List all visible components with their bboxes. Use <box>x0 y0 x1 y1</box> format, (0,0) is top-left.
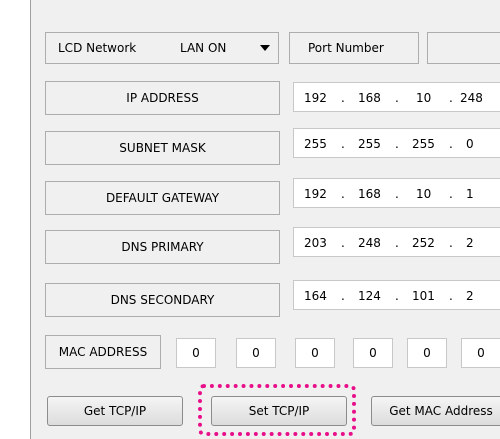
octet-separator: . <box>341 236 345 250</box>
subnet-mask-octet-2: 255 <box>358 137 381 151</box>
dns-secondary-field[interactable]: 164 . 124 . 101 . 2 <box>293 280 500 310</box>
octet-separator: . <box>341 91 345 105</box>
dns-primary-octet-1: 203 <box>304 236 327 250</box>
get-tcp-ip-label: Get TCP/IP <box>83 404 147 418</box>
mac-byte-6-field[interactable]: 0 <box>461 338 500 368</box>
dns-secondary-octet-1: 164 <box>304 289 327 303</box>
default-gateway-label: DEFAULT GATEWAY <box>105 191 220 205</box>
lcd-network-label: LCD Network <box>58 41 137 55</box>
get-mac-address-button[interactable]: Get MAC Address <box>371 396 500 426</box>
port-number-field[interactable] <box>427 32 500 64</box>
dns-primary-octet-4: 2 <box>466 236 474 250</box>
octet-separator: . <box>449 236 453 250</box>
mac-byte-3: 0 <box>311 346 319 360</box>
octet-separator: . <box>449 187 453 201</box>
octet-separator: . <box>395 236 399 250</box>
mac-byte-4: 0 <box>369 346 377 360</box>
mac-byte-3-field[interactable]: 0 <box>295 338 335 368</box>
dns-primary-label-box: DNS PRIMARY <box>45 230 280 264</box>
set-tcp-ip-button[interactable]: Set TCP/IP <box>211 396 347 426</box>
mac-byte-1: 0 <box>192 346 200 360</box>
mac-byte-2: 0 <box>252 346 260 360</box>
chevron-down-icon <box>260 45 270 51</box>
dns-primary-octet-2: 248 <box>358 236 381 250</box>
subnet-mask-octet-4: 0 <box>466 137 474 151</box>
octet-separator: . <box>449 137 453 151</box>
subnet-mask-label: SUBNET MASK <box>119 141 206 155</box>
octet-separator: . <box>341 137 345 151</box>
port-number-label: Port Number <box>308 41 384 55</box>
default-gateway-label-box: DEFAULT GATEWAY <box>45 181 280 215</box>
default-gateway-octet-3: 10 <box>416 187 432 201</box>
default-gateway-field[interactable]: 192 . 168 . 10 . 1 <box>293 178 500 208</box>
dns-primary-label: DNS PRIMARY <box>121 240 204 254</box>
octet-separator: . <box>395 289 399 303</box>
mac-byte-5: 0 <box>423 346 431 360</box>
subnet-mask-label-box: SUBNET MASK <box>45 131 280 165</box>
dns-primary-field[interactable]: 203 . 248 . 252 . 2 <box>293 227 500 257</box>
mac-byte-6: 0 <box>477 346 485 360</box>
port-number-label-box: Port Number <box>289 32 419 64</box>
subnet-mask-octet-1: 255 <box>304 137 327 151</box>
ip-address-octet-3: 10 <box>416 91 432 105</box>
octet-separator: . <box>395 91 399 105</box>
mac-byte-1-field[interactable]: 0 <box>176 338 216 368</box>
mac-address-label: MAC ADDRESS <box>58 345 148 359</box>
lan-select[interactable]: LAN ON <box>174 33 278 63</box>
dns-secondary-octet-4: 2 <box>466 289 474 303</box>
ip-address-octet-2: 168 <box>358 91 381 105</box>
octet-separator: . <box>341 289 345 303</box>
ip-address-octet-1: 192 <box>304 91 327 105</box>
get-mac-address-label: Get MAC Address <box>389 404 493 418</box>
tcp-ip-settings-panel: LCD Network LAN ON Port Number IP ADDRES… <box>30 0 500 439</box>
default-gateway-octet-4: 1 <box>466 187 474 201</box>
octet-separator: . <box>449 289 453 303</box>
lan-select-value: LAN ON <box>180 41 227 55</box>
default-gateway-octet-1: 192 <box>304 187 327 201</box>
ip-address-field[interactable]: 192 . 168 . 10 . 248 <box>293 82 500 112</box>
octet-separator: . <box>395 137 399 151</box>
ip-address-label-box: IP ADDRESS <box>45 81 280 115</box>
dns-secondary-octet-2: 124 <box>358 289 381 303</box>
dns-secondary-label-box: DNS SECONDARY <box>45 283 280 317</box>
ip-address-label: IP ADDRESS <box>126 91 199 105</box>
mac-address-label-box: MAC ADDRESS <box>45 335 161 369</box>
set-tcp-ip-label: Set TCP/IP <box>248 404 310 418</box>
dns-secondary-octet-3: 101 <box>412 289 435 303</box>
default-gateway-octet-2: 168 <box>358 187 381 201</box>
mac-byte-5-field[interactable]: 0 <box>407 338 447 368</box>
mac-byte-4-field[interactable]: 0 <box>353 338 393 368</box>
subnet-mask-field[interactable]: 255 . 255 . 255 . 0 <box>293 128 500 158</box>
dns-secondary-label: DNS SECONDARY <box>110 293 215 307</box>
octet-separator: . <box>341 187 345 201</box>
get-tcp-ip-button[interactable]: Get TCP/IP <box>47 396 183 426</box>
ip-address-octet-4: 248 <box>460 91 483 105</box>
dns-primary-octet-3: 252 <box>412 236 435 250</box>
octet-separator: . <box>395 187 399 201</box>
subnet-mask-octet-3: 255 <box>412 137 435 151</box>
mac-byte-2-field[interactable]: 0 <box>236 338 276 368</box>
octet-separator: . <box>449 91 453 105</box>
